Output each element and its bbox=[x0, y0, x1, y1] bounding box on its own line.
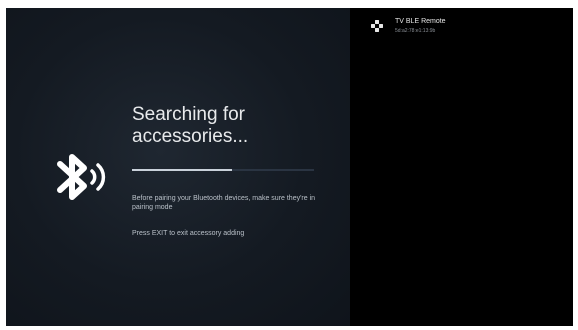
title-line-2: accessories... bbox=[132, 126, 249, 147]
search-progress-bar bbox=[132, 169, 314, 171]
device-address: 5d:a2:78:e1:13:9b bbox=[395, 28, 436, 34]
search-panel: Searching for accessories... Before pair… bbox=[6, 8, 350, 326]
gamepad-icon bbox=[371, 20, 383, 32]
page-title: Searching for accessories... bbox=[132, 104, 342, 148]
search-progress-fill bbox=[132, 169, 233, 171]
title-line-1: Searching for bbox=[132, 104, 246, 125]
device-list-panel: TV BLE Remote 5d:a2:78:e1:13:9b bbox=[350, 8, 573, 326]
tv-screen: Searching for accessories... Before pair… bbox=[6, 8, 573, 326]
pairing-instruction: Before pairing your Bluetooth devices, m… bbox=[132, 195, 316, 211]
exit-instruction: Press EXIT to exit accessory adding bbox=[132, 230, 245, 237]
bluetooth-searching-icon bbox=[57, 154, 106, 200]
device-name: TV BLE Remote bbox=[395, 18, 446, 25]
device-list-item[interactable]: TV BLE Remote 5d:a2:78:e1:13:9b bbox=[370, 17, 560, 41]
